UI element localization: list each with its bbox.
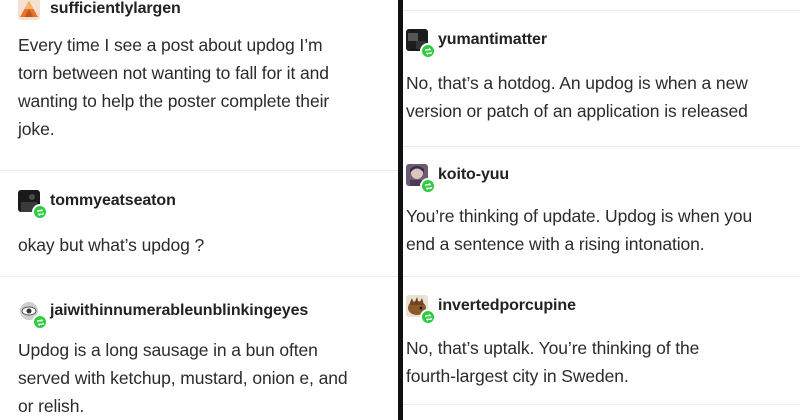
post-header: sufficientlylargen [18, 0, 380, 24]
reblog-icon [424, 47, 432, 55]
text-line: end a sentence with a rising intonation. [406, 234, 705, 254]
post-text: okay but what’s updog ? [18, 231, 380, 259]
post-text: Every time I see a post about updog I’m … [18, 31, 380, 143]
avatar[interactable] [406, 164, 436, 194]
reblog-icon [36, 208, 44, 216]
reblog-post: invertedporcupine No, that’s uptalk. You… [406, 291, 796, 390]
avatar[interactable] [406, 295, 436, 325]
post-header: invertedporcupine [406, 291, 796, 325]
right-column: yumantimatter No, that’s a hotdog. An up… [403, 0, 800, 420]
reblog-badge [420, 43, 436, 59]
avatar[interactable] [18, 0, 40, 20]
post-separator [0, 170, 398, 171]
text-line: No, that’s uptalk. You’re thinking of th… [406, 338, 700, 358]
text-line: Updog is a long sausage in a bun often [18, 340, 318, 360]
text-line: or relish. [18, 396, 85, 416]
post-header: jaiwithinnumerableunblinkingeyes [18, 296, 392, 330]
post-text: Updog is a long sausage in a bun often s… [18, 336, 392, 420]
post-separator [403, 10, 800, 11]
post-separator [403, 276, 800, 277]
reblog-badge [32, 204, 48, 220]
reblog-post: jaiwithinnumerableunblinkingeyes Updog i… [18, 296, 392, 420]
reblog-post: yumantimatter No, that’s a hotdog. An up… [406, 25, 796, 125]
username[interactable]: tommyeatseaton [50, 192, 176, 210]
reblog-badge [420, 178, 436, 194]
reblog-post: koito-yuu You’re thinking of update. Upd… [406, 160, 796, 258]
post-text: No, that’s uptalk. You’re thinking of th… [406, 334, 796, 390]
post-separator [0, 276, 398, 277]
avatar[interactable] [18, 190, 48, 220]
text-line: joke. [18, 119, 55, 139]
post-text: No, that’s a hotdog. An updog is when a … [406, 69, 796, 125]
reblog-icon [424, 313, 432, 321]
avatar[interactable] [18, 300, 48, 330]
left-column: sufficientlylargen Every time I see a po… [0, 0, 398, 420]
reblog-badge [420, 309, 436, 325]
post-header: koito-yuu [406, 160, 796, 194]
text-line: torn between not wanting to fall for it … [18, 63, 329, 83]
post-separator [403, 146, 800, 147]
username[interactable]: jaiwithinnumerableunblinkingeyes [50, 302, 308, 320]
post-header: yumantimatter [406, 25, 796, 59]
reblog-icon [424, 182, 432, 190]
text-line: Every time I see a post about updog I’m [18, 35, 323, 55]
username[interactable]: invertedporcupine [438, 297, 576, 315]
text-line: version or patch of an application is re… [406, 101, 748, 121]
username[interactable]: sufficientlylargen [50, 0, 181, 18]
reblog-post: tommyeatseaton okay but what’s updog ? [18, 186, 380, 259]
pyramid-logo-avatar-icon [18, 0, 40, 20]
text-line: served with ketchup, mustard, onion e, a… [18, 368, 348, 388]
username[interactable]: yumantimatter [438, 31, 547, 49]
reblog-icon [36, 318, 44, 326]
reblog-post: sufficientlylargen Every time I see a po… [18, 0, 380, 143]
text-line: No, that’s a hotdog. An updog is when a … [406, 73, 748, 93]
reblog-badge [32, 314, 48, 330]
text-line: fourth-largest city in Sweden. [406, 366, 629, 386]
post-header: tommyeatseaton [18, 186, 380, 220]
username[interactable]: koito-yuu [438, 166, 509, 184]
text-line: wanting to help the poster complete thei… [18, 91, 330, 111]
post-separator [403, 404, 800, 405]
post-text: You’re thinking of update. Updog is when… [406, 202, 796, 258]
text-line: You’re thinking of update. Updog is when… [406, 206, 753, 226]
avatar[interactable] [406, 29, 436, 59]
text-line: okay but what’s updog ? [18, 235, 205, 255]
